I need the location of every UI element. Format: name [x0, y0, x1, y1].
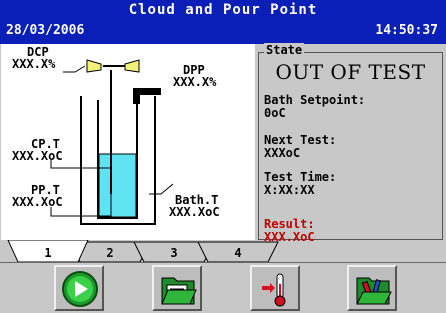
maintenance-button[interactable] [347, 265, 397, 311]
dpp-value: XXX.X% [173, 75, 217, 89]
date-display: 28/03/2006 [6, 23, 85, 38]
ppt-value: XXX.XoC [12, 195, 63, 209]
dcp-sensor-left [86, 59, 102, 73]
tab-strip: 1 2 3 4 [0, 240, 446, 264]
test-diagram: DCP XXX.X% DPP XXX.X% CP.T XXX.XoC PP.T … [1, 44, 255, 240]
app-screen: Cloud and Pour Point 28/03/2006 14:50:37 [0, 0, 446, 313]
title-bar: Cloud and Pour Point 28/03/2006 14:50:37 [0, 0, 446, 44]
batht-value: XXX.XoC [169, 205, 220, 219]
folder-tools-icon [356, 277, 392, 305]
start-test-button[interactable] [54, 265, 104, 311]
tab-1[interactable]: 1 [28, 244, 68, 262]
test-time-value: X:XX:XX [264, 183, 315, 197]
dcp-sensor-right [124, 59, 140, 73]
dpp-sensor [133, 88, 161, 95]
temperature-button[interactable] [250, 265, 300, 311]
tab-3[interactable]: 3 [154, 244, 194, 262]
next-test-value: XXXoC [264, 146, 301, 160]
open-results-button[interactable] [152, 265, 202, 311]
thermometer-icon [262, 273, 286, 307]
dcp-value: XXX.X% [12, 57, 56, 71]
window-title: Cloud and Pour Point [128, 2, 318, 18]
state-panel-title: State [264, 43, 305, 57]
sample-liquid [98, 153, 137, 218]
bath-setpoint-value: 0oC [264, 106, 286, 120]
cpt-value: XXX.XoC [12, 149, 63, 163]
test-status: OUT OF TEST [275, 60, 426, 84]
play-icon [62, 271, 98, 307]
folder-document-icon [161, 277, 197, 305]
tab-4[interactable]: 4 [218, 244, 258, 262]
tab-2[interactable]: 2 [90, 244, 130, 262]
time-display: 14:50:37 [375, 23, 438, 38]
